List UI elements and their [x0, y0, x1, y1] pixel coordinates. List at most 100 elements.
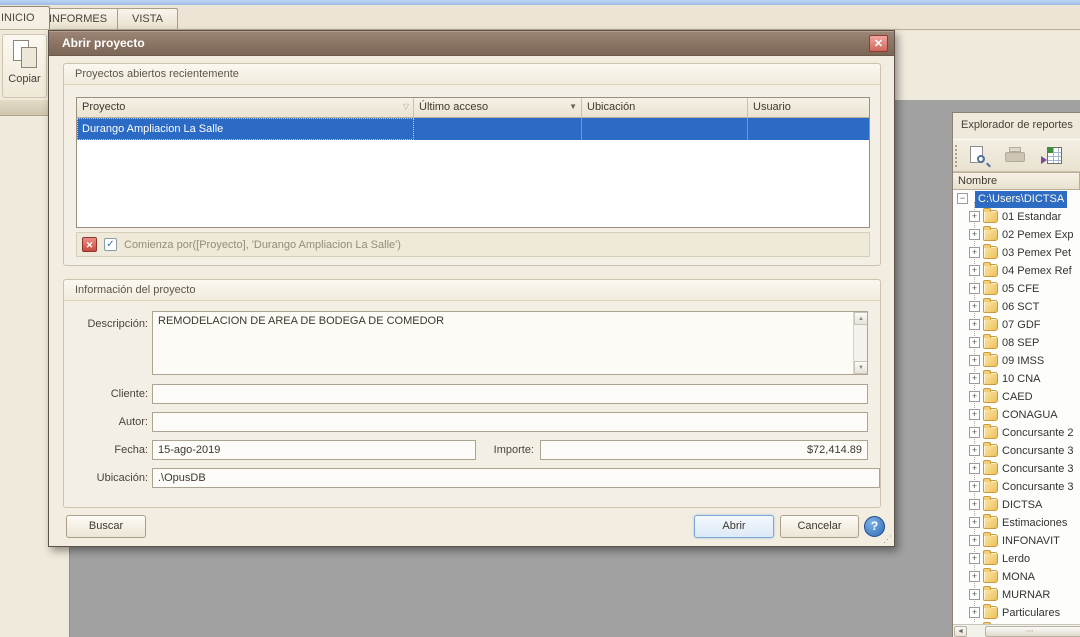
help-button[interactable]: ? [864, 516, 885, 537]
tree-node: + 05 CFE [953, 280, 1080, 298]
descripcion-field[interactable]: REMODELACION DE AREA DE BODEGA DE COMEDO… [152, 311, 868, 375]
table-row[interactable]: Durango Ampliacion La Salle [77, 118, 869, 140]
toolbar-grip[interactable] [955, 145, 959, 167]
clear-filter-button[interactable]: ✕ [82, 237, 97, 252]
expand-icon[interactable]: + [969, 571, 980, 582]
cancelar-button[interactable]: Cancelar [780, 515, 859, 538]
close-icon[interactable]: ✕ [869, 35, 888, 52]
tree-node-label[interactable]: 04 Pemex Ref [1002, 263, 1072, 280]
cell-proyecto[interactable]: Durango Ampliacion La Salle [77, 118, 414, 140]
expand-icon[interactable]: + [969, 409, 980, 420]
cell-ubicacion[interactable] [582, 118, 748, 140]
tree-column-header[interactable]: Nombre [953, 172, 1080, 190]
tree-node-label[interactable]: Concursante 3 [1002, 461, 1074, 478]
cliente-field[interactable] [152, 384, 868, 404]
expand-icon[interactable]: + [969, 211, 980, 222]
expand-icon[interactable]: + [969, 391, 980, 402]
sort-dropdown-icon[interactable]: ▼ [569, 102, 577, 111]
expand-icon[interactable]: + [969, 337, 980, 348]
scroll-down-icon[interactable]: ▼ [854, 361, 868, 374]
copy-button[interactable]: Copiar [2, 34, 47, 98]
tree-node-label[interactable]: Concursante 2 [1002, 425, 1074, 442]
excel-sheet-icon [1047, 147, 1062, 164]
expand-icon[interactable]: + [969, 463, 980, 474]
tree-node-label[interactable]: MONA [1002, 569, 1035, 586]
expand-icon[interactable]: + [969, 499, 980, 510]
tree-node-label[interactable]: INFONAVIT [1002, 533, 1060, 550]
scroll-up-icon[interactable]: ▲ [854, 312, 868, 325]
fecha-field[interactable]: 15-ago-2019 [152, 440, 476, 460]
ribbon-tab-bar: INICIO INFORMES VISTA [0, 5, 1080, 30]
descripcion-scrollbar[interactable]: ▲ ▼ [853, 312, 867, 374]
tree-node-label[interactable]: 01 Estandar [1002, 209, 1061, 226]
export-excel-button[interactable] [1039, 144, 1067, 170]
tree-node-label[interactable]: Particulares [1002, 605, 1060, 622]
expand-icon[interactable]: + [969, 247, 980, 258]
tree-node-label[interactable]: Lerdo [1002, 551, 1030, 568]
cliente-label: Cliente: [66, 384, 148, 404]
scrollbar-thumb[interactable] [985, 626, 1080, 637]
expand-icon[interactable]: + [969, 589, 980, 600]
print-report-button[interactable] [1001, 144, 1029, 170]
tree-node: + Concursante 2 [953, 424, 1080, 442]
collapse-icon[interactable]: − [957, 193, 968, 204]
column-header-ultimo-acceso[interactable]: Último acceso ▼ [414, 98, 582, 118]
filter-expression: Comienza por([Proyecto], 'Durango Amplia… [124, 239, 401, 251]
column-header-ubicacion[interactable]: Ubicación [582, 98, 748, 118]
tree-node-label[interactable]: 02 Pemex Exp [1002, 227, 1074, 244]
expand-icon[interactable]: + [969, 229, 980, 240]
autor-field[interactable] [152, 412, 868, 432]
tree-node: + Lerdo [953, 550, 1080, 568]
tree-node-label[interactable]: Estimaciones [1002, 515, 1067, 532]
buscar-button[interactable]: Buscar [66, 515, 146, 538]
expand-icon[interactable]: + [969, 301, 980, 312]
tree-node-label[interactable]: Concursante 3 [1002, 479, 1074, 496]
tab-vista[interactable]: VISTA [117, 8, 178, 29]
tree-node-label[interactable]: DICTSA [1002, 497, 1042, 514]
tree-node-label[interactable]: 06 SCT [1002, 299, 1039, 316]
column-header-proyecto[interactable]: Proyecto ▽ [77, 98, 414, 118]
folder-icon [983, 498, 998, 511]
tab-inicio[interactable]: INICIO [0, 6, 50, 29]
importe-field[interactable]: $72,414.89 [540, 440, 868, 460]
horizontal-scrollbar[interactable]: ◄ [953, 624, 1080, 637]
filter-icon[interactable]: ▽ [403, 102, 409, 111]
expand-icon[interactable]: + [969, 607, 980, 618]
dialog-titlebar[interactable]: Abrir proyecto ✕ [49, 31, 894, 56]
expand-icon[interactable]: + [969, 373, 980, 384]
expand-icon[interactable]: + [969, 535, 980, 546]
resize-grip[interactable]: ⋰ [883, 535, 893, 545]
tree-node-label[interactable]: CAED [1002, 389, 1033, 406]
open-project-dialog: Abrir proyecto ✕ Proyectos abiertos reci… [48, 30, 895, 547]
tree-node: + Particulares [953, 604, 1080, 622]
tree-node-label[interactable]: 09 IMSS [1002, 353, 1044, 370]
expand-icon[interactable]: + [969, 319, 980, 330]
scroll-left-button[interactable]: ◄ [954, 626, 967, 637]
expand-icon[interactable]: + [969, 355, 980, 366]
ribbon-group-footer [0, 100, 48, 116]
expand-icon[interactable]: + [969, 553, 980, 564]
cell-ultimo-acceso[interactable] [414, 118, 582, 140]
preview-report-button[interactable] [965, 144, 993, 170]
tree-node-label[interactable]: 05 CFE [1002, 281, 1039, 298]
tree-node-label[interactable]: CONAGUA [1002, 407, 1058, 424]
expand-icon[interactable]: + [969, 517, 980, 528]
column-header-usuario[interactable]: Usuario [748, 98, 869, 118]
tree-node-label[interactable]: 08 SEP [1002, 335, 1039, 352]
expand-icon[interactable]: + [969, 283, 980, 294]
tree-node-label[interactable]: 10 CNA [1002, 371, 1041, 388]
ubicacion-field[interactable]: .\OpusDB [152, 468, 880, 488]
expand-icon[interactable]: + [969, 445, 980, 456]
tree-node: + CONAGUA [953, 406, 1080, 424]
filter-checkbox[interactable]: ✓ [104, 238, 117, 251]
tree-node-label[interactable]: MURNAR [1002, 587, 1050, 604]
tree-node-label[interactable]: Concursante 3 [1002, 443, 1074, 460]
tree-node-label[interactable]: 07 GDF [1002, 317, 1041, 334]
expand-icon[interactable]: + [969, 265, 980, 276]
tree-root-node[interactable]: C:\Users\DICTSA [975, 191, 1067, 208]
abrir-button[interactable]: Abrir [694, 515, 774, 538]
expand-icon[interactable]: + [969, 481, 980, 492]
tree-node-label[interactable]: 03 Pemex Pet [1002, 245, 1071, 262]
cell-usuario[interactable] [748, 118, 869, 140]
expand-icon[interactable]: + [969, 427, 980, 438]
